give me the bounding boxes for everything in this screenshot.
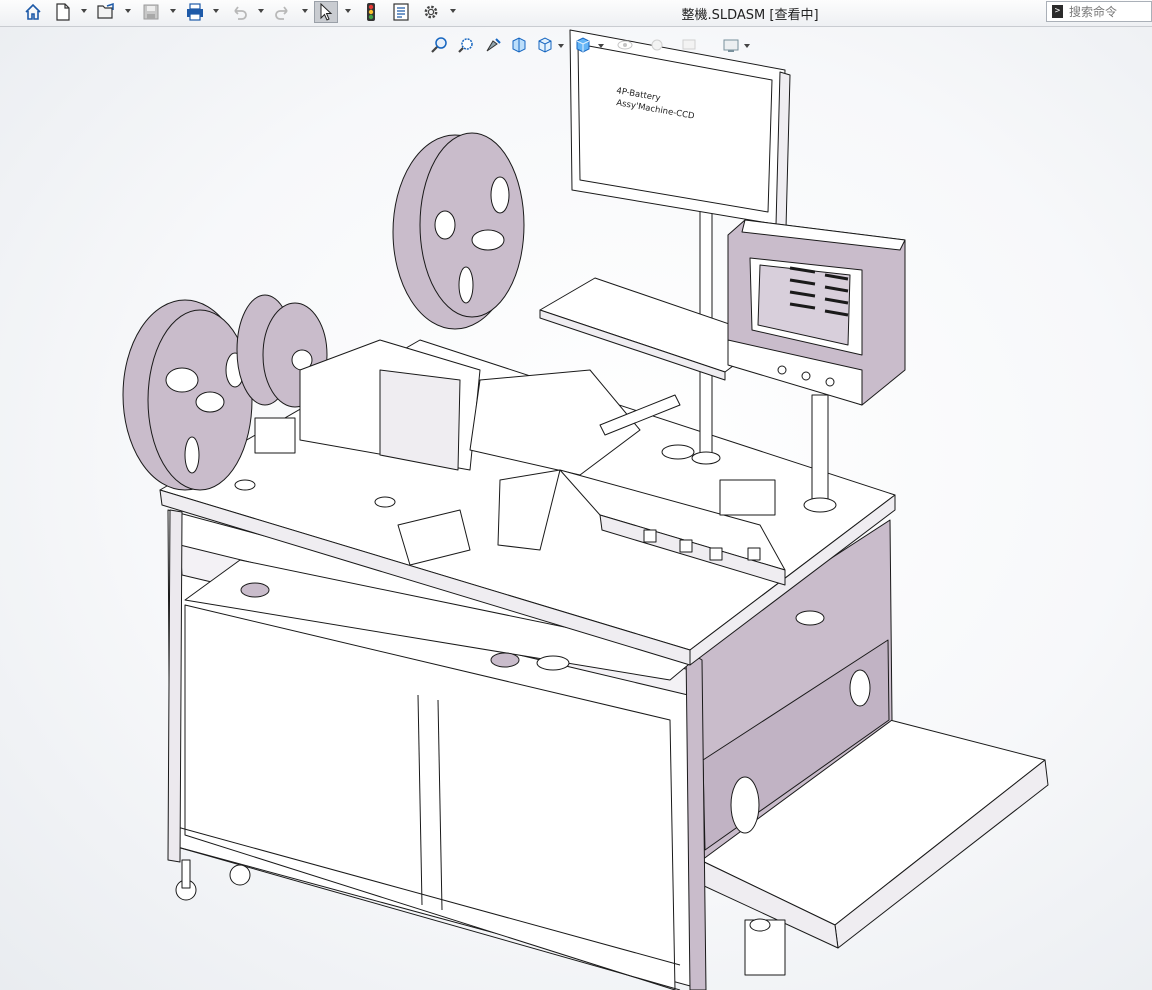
save-icon[interactable]: [140, 1, 162, 23]
redo-dropdown-icon[interactable]: [302, 9, 308, 13]
options-gear-icon[interactable]: [420, 1, 442, 23]
zoom-to-area-icon[interactable]: [455, 34, 477, 56]
display-style-dropdown-icon[interactable]: [598, 44, 604, 48]
select-icon[interactable]: [314, 1, 338, 23]
open-document-icon[interactable]: [94, 1, 118, 23]
undo-dropdown-icon[interactable]: [258, 9, 264, 13]
view-settings-dropdown-icon[interactable]: [744, 44, 750, 48]
window-title: 整機.SLDASM [查看中]: [681, 8, 819, 23]
graphics-area[interactable]: 4P-Battery Assy'Machine-CCD: [0, 27, 1152, 990]
hide-show-items-icon[interactable]: [614, 34, 636, 56]
previous-view-icon[interactable]: [482, 34, 504, 56]
edit-appearance-icon[interactable]: [646, 34, 668, 56]
section-view-icon[interactable]: [508, 34, 530, 56]
open-dropdown-icon[interactable]: [125, 9, 131, 13]
home-icon[interactable]: [22, 1, 44, 23]
display-style-icon[interactable]: [572, 34, 594, 56]
search-input[interactable]: [1069, 3, 1151, 20]
heads-up-view-toolbar: [428, 34, 758, 58]
solidworks-window: 整機.SLDASM [查看中] > 搜索命令 4P-Battery Assy'M…: [0, 0, 1152, 990]
machine-assembly-model: 4P-Battery Assy'Machine-CCD: [122, 29, 1049, 990]
options-dropdown-icon[interactable]: [450, 9, 456, 13]
view-orientation-icon[interactable]: [534, 34, 556, 56]
traffic-light-icon[interactable]: [362, 1, 380, 23]
view-settings-icon[interactable]: [720, 34, 742, 56]
save-dropdown-icon[interactable]: [170, 9, 176, 13]
undo-icon[interactable]: [228, 1, 250, 23]
view-orientation-dropdown-icon[interactable]: [558, 44, 564, 48]
command-prompt-icon: >: [1052, 5, 1063, 18]
select-dropdown-icon[interactable]: [345, 9, 351, 13]
file-properties-icon[interactable]: [390, 1, 412, 23]
zoom-to-fit-icon[interactable]: [428, 34, 450, 56]
print-icon[interactable]: [183, 1, 207, 23]
new-dropdown-icon[interactable]: [81, 9, 87, 13]
redo-icon[interactable]: [272, 1, 294, 23]
print-dropdown-icon[interactable]: [213, 9, 219, 13]
title-bar: 整機.SLDASM [查看中] >: [0, 0, 1152, 27]
apply-scene-icon[interactable]: [678, 34, 700, 56]
new-document-icon[interactable]: [52, 1, 74, 23]
search-box[interactable]: >: [1046, 1, 1152, 22]
